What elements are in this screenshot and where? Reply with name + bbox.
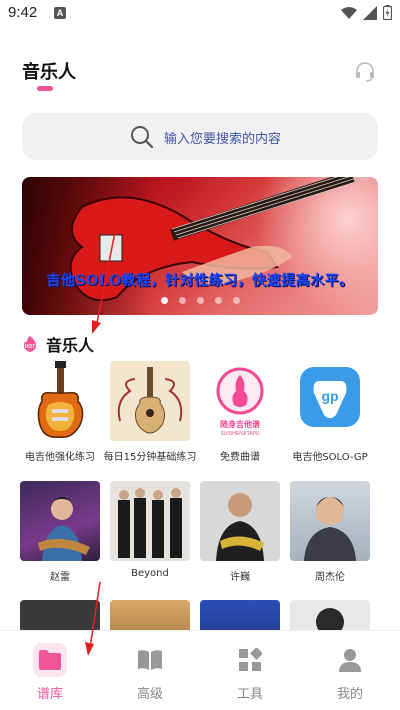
banner-dot[interactable] bbox=[196, 297, 204, 304]
logo-text: gp bbox=[321, 388, 338, 404]
bottom-nav: 谱库 高级 工具 我的 bbox=[0, 630, 400, 710]
electric-guitar-thumb bbox=[20, 361, 100, 441]
artist-item[interactable]: Beyond bbox=[110, 481, 190, 579]
status-icons bbox=[341, 5, 392, 20]
person-icon bbox=[333, 643, 367, 677]
course-item[interactable]: 电吉他强化练习 bbox=[20, 361, 100, 463]
notification-icon: A bbox=[54, 7, 66, 19]
battery-icon bbox=[383, 5, 392, 20]
electric-guitar-image bbox=[69, 177, 369, 302]
book-icon bbox=[133, 643, 167, 677]
logo-subtext: SUISHENJITAPU bbox=[220, 431, 259, 437]
signal-icon bbox=[363, 5, 377, 20]
section-title: 音乐人 bbox=[46, 336, 95, 355]
status-bar: 9:42 A bbox=[0, 0, 400, 28]
banner-dot[interactable] bbox=[178, 297, 186, 304]
title-indicator bbox=[37, 86, 53, 91]
course-label: 电吉他SOLO-GP bbox=[292, 452, 368, 463]
artist-name: 周杰伦 bbox=[315, 572, 345, 583]
headset-icon[interactable] bbox=[354, 60, 376, 82]
nav-tab-tools[interactable]: 工具 bbox=[200, 631, 300, 710]
search-bar[interactable]: 输入您要搜索的内容 bbox=[22, 113, 378, 160]
artist-photo bbox=[200, 481, 280, 561]
search-placeholder: 输入您要搜索的内容 bbox=[164, 132, 282, 147]
folder-icon bbox=[33, 643, 67, 677]
artist-item[interactable]: 赵雷 bbox=[20, 481, 100, 583]
nav-label: 高级 bbox=[136, 687, 163, 702]
search-icon bbox=[131, 126, 154, 149]
logo-text: 随身吉他谱 bbox=[220, 419, 260, 429]
banner-dot[interactable] bbox=[160, 297, 168, 304]
guitar-tab-logo-thumb: 随身吉他谱 SUISHENJITAPU bbox=[200, 361, 280, 441]
artist-photo bbox=[290, 481, 370, 561]
nav-label: 我的 bbox=[336, 687, 363, 702]
nav-tab-advanced[interactable]: 高级 bbox=[100, 631, 200, 710]
svg-text:HOT: HOT bbox=[25, 344, 36, 350]
banner-pagination[interactable] bbox=[22, 297, 378, 304]
banner-caption: 吉他SOLO教程，针对性练习，快速提高水平。 bbox=[46, 273, 354, 289]
banner-dot[interactable] bbox=[214, 297, 222, 304]
course-item[interactable]: gp 电吉他SOLO-GP bbox=[290, 361, 370, 463]
artist-item[interactable]: 许巍 bbox=[200, 481, 280, 583]
status-time: 9:42 bbox=[8, 4, 38, 21]
band-photo bbox=[110, 481, 190, 561]
promo-banner[interactable]: 吉他SOLO教程，针对性练习，快速提高水平。 bbox=[22, 177, 378, 315]
course-item[interactable]: 每日15分钟基础练习 bbox=[104, 361, 196, 463]
hot-badge-icon: HOT bbox=[23, 336, 37, 352]
gp-app-thumb: gp bbox=[290, 361, 370, 441]
acoustic-guitar-thumb bbox=[110, 361, 190, 441]
nav-tab-profile[interactable]: 我的 bbox=[300, 631, 400, 710]
course-item[interactable]: 随身吉他谱 SUISHENJITAPU 免费曲谱 bbox=[200, 361, 280, 463]
wifi-icon bbox=[341, 6, 357, 19]
nav-label: 工具 bbox=[236, 687, 263, 702]
artist-item[interactable]: 周杰伦 bbox=[290, 481, 370, 583]
page-title: 音乐人 bbox=[22, 62, 76, 83]
banner-dot[interactable] bbox=[232, 297, 240, 304]
tools-grid-icon bbox=[233, 643, 267, 677]
nav-tab-library[interactable]: 谱库 bbox=[0, 631, 100, 710]
nav-label: 谱库 bbox=[36, 687, 63, 702]
artist-photo bbox=[20, 481, 100, 561]
